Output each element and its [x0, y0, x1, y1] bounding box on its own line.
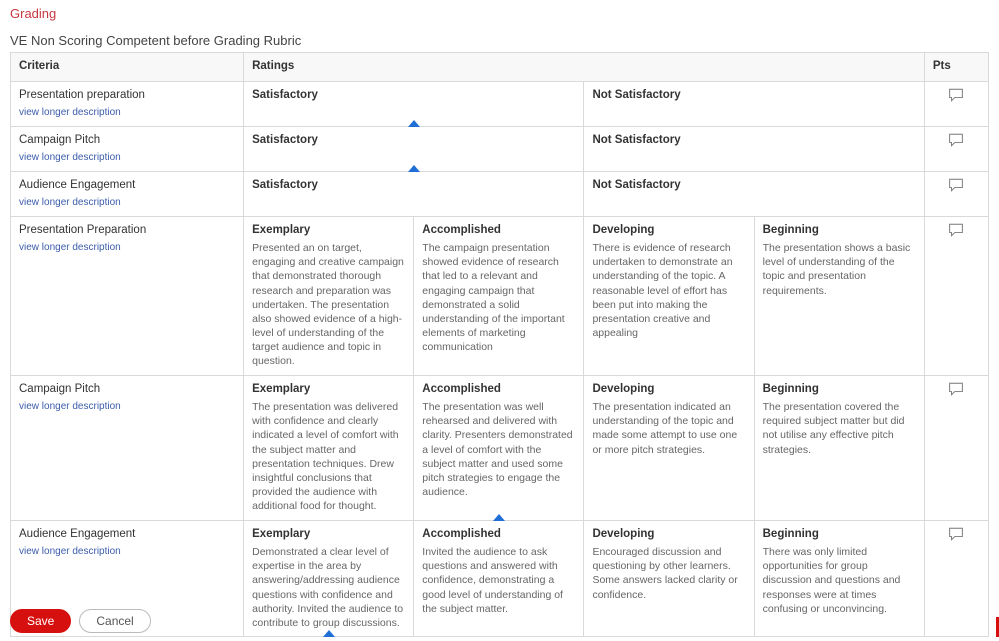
rating-title: Accomplished — [422, 527, 575, 543]
rating-cell[interactable]: Developing Encouraged discussion and ques… — [584, 520, 754, 637]
rating-title: Beginning — [763, 527, 916, 543]
rating-cell[interactable]: Beginning The presentation covered the re… — [754, 375, 924, 520]
rating-cell[interactable]: Satisfactory — [244, 126, 584, 171]
comment-icon[interactable] — [933, 382, 980, 396]
rating-desc: The presentation was well rehearsed and … — [422, 400, 575, 499]
rubric-title: VE Non Scoring Competent before Grading … — [10, 33, 989, 48]
view-longer-description[interactable]: view longer description — [19, 106, 235, 120]
view-longer-description[interactable]: view longer description — [19, 545, 235, 559]
rating-title: Exemplary — [252, 223, 405, 239]
rating-cell[interactable]: Exemplary The presentation was delivered … — [244, 375, 414, 520]
rating-title: Exemplary — [252, 382, 405, 398]
comment-icon[interactable] — [933, 223, 980, 237]
rating-title: Satisfactory — [252, 88, 575, 104]
rating-title: Developing — [592, 382, 745, 398]
rating-desc: There is evidence of research undertaken… — [592, 241, 745, 340]
footer-actions: Save Cancel — [10, 609, 151, 633]
comment-icon[interactable] — [933, 88, 980, 102]
rating-cell[interactable]: Accomplished Invited the audience to ask … — [414, 520, 584, 637]
rating-cell[interactable]: Not Satisfactory — [584, 171, 924, 216]
rating-desc: Invited the audience to ask questions an… — [422, 545, 575, 616]
criteria-cell: Campaign Pitch view longer description — [11, 126, 244, 171]
rating-desc: There was only limited opportunities for… — [763, 545, 916, 616]
criteria-name: Audience Engagement — [19, 178, 235, 194]
rating-title: Developing — [592, 527, 745, 543]
criteria-name: Campaign Pitch — [19, 382, 235, 398]
table-row: Campaign Pitch view longer description Exe… — [11, 375, 989, 520]
grading-heading: Grading — [10, 6, 989, 21]
table-row: Presentation Preparation view longer desc… — [11, 216, 989, 375]
comment-icon[interactable] — [933, 178, 980, 192]
rubric-table: Criteria Ratings Pts Presentation prepar… — [10, 52, 989, 637]
rating-desc: The presentation shows a basic level of … — [763, 241, 916, 298]
rating-cell[interactable]: Beginning There was only limited opportun… — [754, 520, 924, 637]
rating-cell[interactable]: Accomplished The presentation was well re… — [414, 375, 584, 520]
rating-cell[interactable]: Not Satisfactory — [584, 81, 924, 126]
col-header-ratings: Ratings — [244, 53, 925, 82]
view-longer-description[interactable]: view longer description — [19, 241, 235, 255]
rating-title: Developing — [592, 223, 745, 239]
cancel-button[interactable]: Cancel — [79, 609, 150, 633]
rating-desc: The presentation indicated an understand… — [592, 400, 745, 457]
rating-title: Beginning — [763, 382, 916, 398]
criteria-name: Presentation preparation — [19, 88, 235, 104]
rating-title: Not Satisfactory — [592, 178, 915, 194]
table-row: Audience Engagement view longer descripti… — [11, 520, 989, 637]
rating-cell[interactable]: Beginning The presentation shows a basic … — [754, 216, 924, 375]
pts-cell — [924, 81, 988, 126]
rating-title: Not Satisfactory — [592, 133, 915, 149]
rating-title: Exemplary — [252, 527, 405, 543]
rating-title: Satisfactory — [252, 133, 575, 149]
rating-cell[interactable]: Exemplary Demonstrated a clear level of e… — [244, 520, 414, 637]
view-longer-description[interactable]: view longer description — [19, 151, 235, 165]
col-header-criteria: Criteria — [11, 53, 244, 82]
pts-cell — [924, 375, 988, 520]
criteria-name: Audience Engagement — [19, 527, 235, 543]
criteria-cell: Presentation preparation view longer desc… — [11, 81, 244, 126]
rating-desc: The campaign presentation showed evidenc… — [422, 241, 575, 354]
rating-desc: Encouraged discussion and questioning by… — [592, 545, 745, 602]
rating-cell[interactable]: Developing The presentation indicated an … — [584, 375, 754, 520]
rating-cell[interactable]: Developing There is evidence of research … — [584, 216, 754, 375]
criteria-name: Campaign Pitch — [19, 133, 235, 149]
pts-cell — [924, 520, 988, 637]
rating-cell[interactable]: Not Satisfactory — [584, 126, 924, 171]
rating-cell[interactable]: Satisfactory — [244, 171, 584, 216]
criteria-name: Presentation Preparation — [19, 223, 235, 239]
criteria-cell: Campaign Pitch view longer description — [11, 375, 244, 520]
criteria-cell: Presentation Preparation view longer desc… — [11, 216, 244, 375]
view-longer-description[interactable]: view longer description — [19, 400, 235, 414]
rating-title: Accomplished — [422, 382, 575, 398]
rating-desc: The presentation was delivered with conf… — [252, 400, 405, 513]
view-longer-description[interactable]: view longer description — [19, 196, 235, 210]
pts-cell — [924, 126, 988, 171]
rating-desc: Presented an on target, engaging and cre… — [252, 241, 405, 369]
pts-cell — [924, 216, 988, 375]
table-row: Presentation preparation view longer desc… — [11, 81, 989, 126]
pts-cell — [924, 171, 988, 216]
rating-title: Beginning — [763, 223, 916, 239]
rating-desc: Demonstrated a clear level of expertise … — [252, 545, 405, 630]
comment-icon[interactable] — [933, 527, 980, 541]
table-row: Campaign Pitch view longer description Sat… — [11, 126, 989, 171]
table-row: Audience Engagement view longer descripti… — [11, 171, 989, 216]
rating-desc: The presentation covered the required su… — [763, 400, 916, 457]
comment-icon[interactable] — [933, 133, 980, 147]
rating-title: Accomplished — [422, 223, 575, 239]
rating-title: Not Satisfactory — [592, 88, 915, 104]
rating-cell[interactable]: Accomplished The campaign presentation sh… — [414, 216, 584, 375]
criteria-cell: Audience Engagement view longer descripti… — [11, 171, 244, 216]
save-button[interactable]: Save — [10, 609, 71, 633]
rating-cell[interactable]: Satisfactory — [244, 81, 584, 126]
col-header-pts: Pts — [924, 53, 988, 82]
rating-cell[interactable]: Exemplary Presented an on target, engagin… — [244, 216, 414, 375]
rating-title: Satisfactory — [252, 178, 575, 194]
